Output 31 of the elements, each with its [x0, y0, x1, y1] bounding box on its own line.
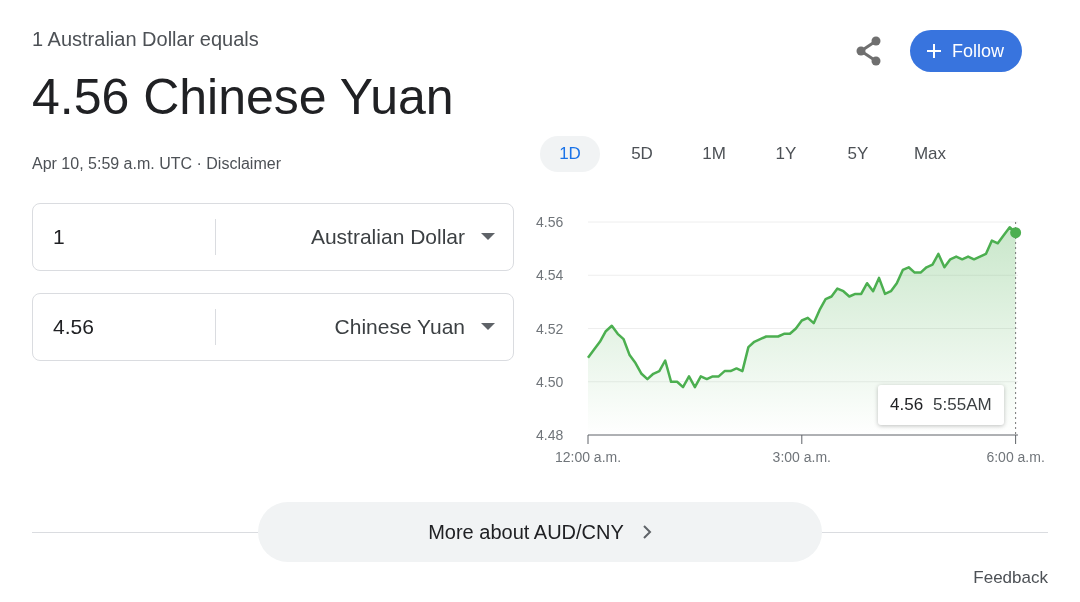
conversion-result: 4.56 Chinese Yuan [32, 68, 455, 127]
y-axis-label: 4.50 [536, 373, 564, 390]
chevron-right-icon [641, 525, 652, 539]
amount-field[interactable]: 1 [33, 225, 213, 249]
currency-dropdown[interactable]: Australian Dollar [216, 225, 513, 249]
range-tab[interactable]: 5D [612, 136, 672, 172]
y-axis-label: 4.54 [536, 267, 564, 284]
timestamp: Apr 10, 5:59 a.m. UTC · [32, 155, 203, 172]
more-about-button[interactable]: More about AUD/CNY [258, 502, 822, 562]
x-axis-label: 3:00 a.m. [772, 449, 831, 462]
range-tab[interactable]: 5Y [828, 136, 888, 172]
range-tab[interactable]: 1Y [756, 136, 816, 172]
follow-button[interactable]: Follow [910, 30, 1022, 72]
conversion-subtitle: 1 Australian Dollar equals [32, 28, 260, 51]
y-axis-label: 4.48 [536, 427, 564, 443]
caret-icon [481, 233, 495, 241]
y-axis-label: 4.52 [536, 320, 564, 337]
range-tab[interactable]: Max [900, 136, 960, 172]
x-axis-label: 6:00 a.m. [986, 449, 1045, 462]
feedback-link[interactable]: Feedback [973, 568, 1048, 588]
plus-icon [926, 43, 942, 59]
currency-dropdown[interactable]: Chinese Yuan [216, 315, 513, 339]
current-point [1010, 227, 1022, 239]
disclaimer-link[interactable]: Disclaimer [206, 155, 281, 172]
amount-field[interactable]: 4.56 [33, 315, 213, 339]
x-axis-label: 12:00 a.m. [554, 449, 622, 462]
tooltip: 4.56 5:55AM [878, 385, 1004, 425]
y-axis-label: 4.56 [536, 214, 564, 230]
range-tab[interactable]: 1M [684, 136, 744, 172]
range-tab[interactable]: 1D [540, 136, 600, 172]
caret-icon [481, 323, 495, 331]
